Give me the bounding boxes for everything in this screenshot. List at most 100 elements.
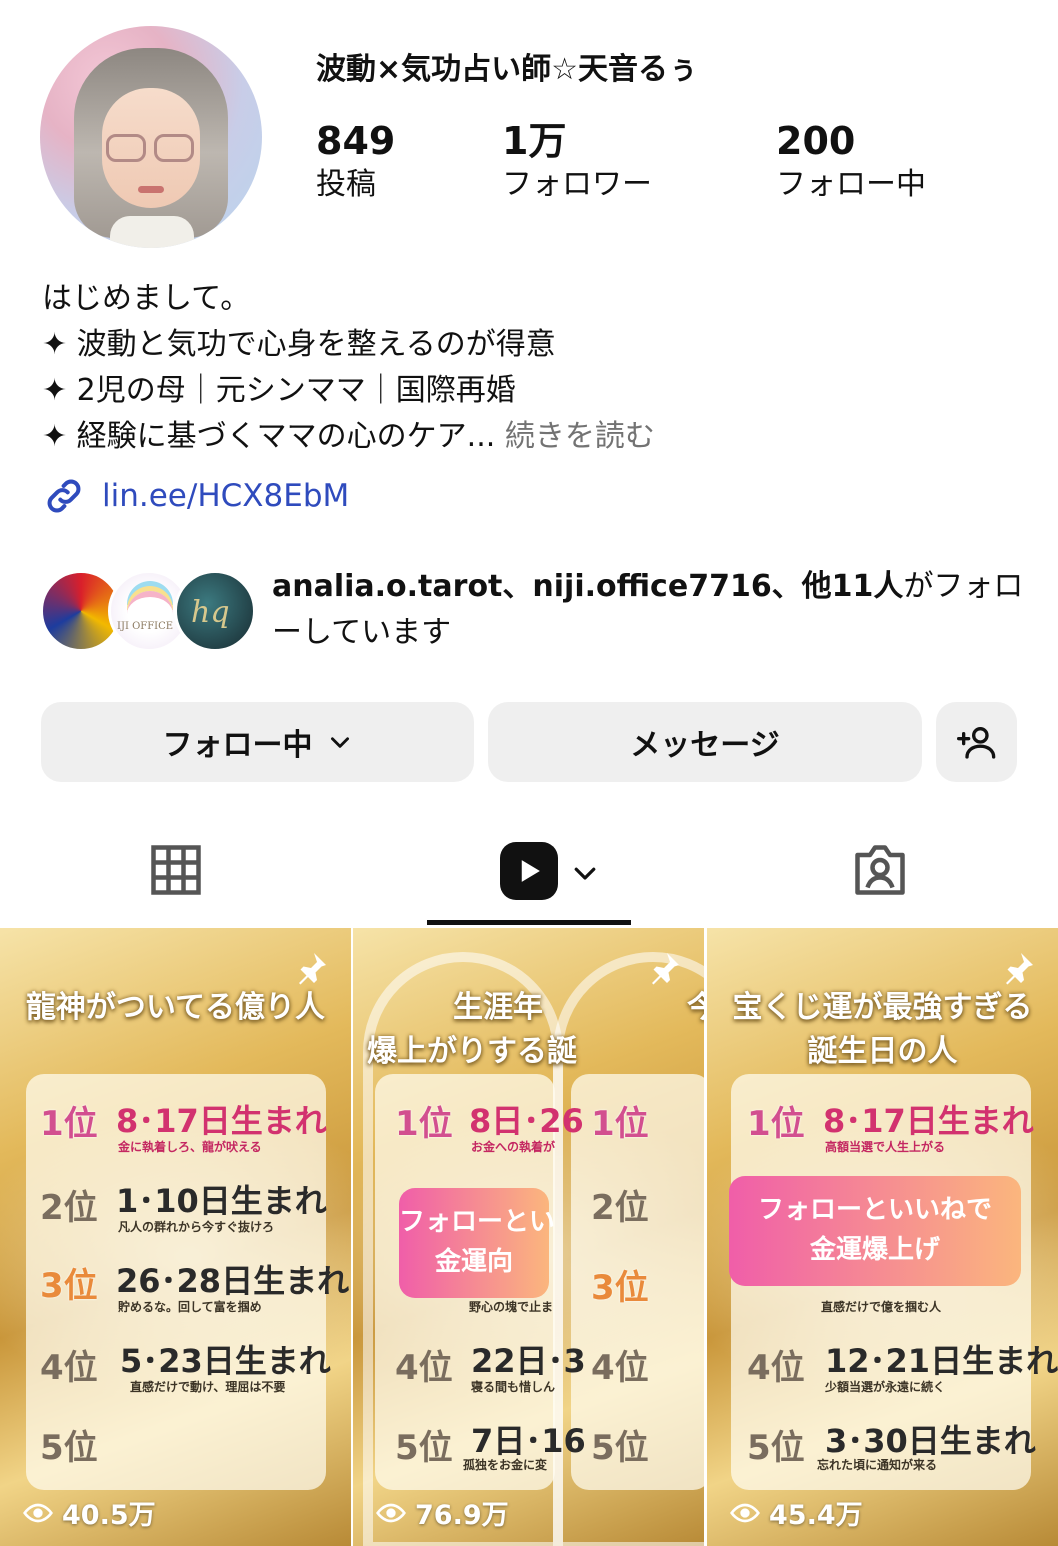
reels-chevron-icon[interactable]: [570, 858, 600, 888]
banner-line: フォローといいねで: [757, 1195, 992, 1225]
read-more-link[interactable]: 続きを読む: [505, 419, 655, 454]
reel-title: 生涯年: [453, 990, 543, 1025]
mutual-text: analia.o.tarot、niji.office7716、他11人がフォロー…: [272, 564, 1032, 656]
profile-tabs: [0, 826, 1058, 926]
profile-bio: はじめまして。 ✦ 波動と気功で心身を整えるのが得意 ✦ 2児の母｜元シンママ｜…: [42, 276, 655, 460]
rank-date: 26･28日生まれ: [116, 1262, 350, 1300]
rank-label: 1位: [395, 1104, 453, 1144]
banner-line: フォローとい: [399, 1207, 556, 1237]
pin-icon: [299, 953, 326, 985]
mutual-avatar: hq: [174, 570, 256, 652]
rank-date: 8日･26: [469, 1102, 584, 1140]
reel-views-count: 76.9万: [415, 1500, 509, 1531]
stat-posts-value: 849: [316, 119, 396, 163]
reels-icon[interactable]: [500, 842, 558, 900]
rank-label: 5位: [747, 1428, 805, 1468]
rank-note: 高額当選で人生上がる: [825, 1140, 946, 1154]
reel-tile[interactable]: 宝くじ運が最強すぎる 誕生日の人 1位 8･17日生まれ 高額当選で人生上がる …: [707, 928, 1058, 1546]
banner-line: 金運爆上げ: [809, 1235, 940, 1265]
stat-followers-value: 1万: [502, 119, 567, 163]
stat-followers[interactable]: 1万 フォロワー: [502, 118, 652, 206]
rank-date: 5･23日生まれ: [120, 1342, 331, 1380]
rank-label: 1位: [747, 1104, 805, 1144]
profile-avatar[interactable]: [40, 26, 262, 248]
message-button-label: メッセージ: [630, 728, 780, 763]
reel-views: 76.9万: [375, 1493, 509, 1532]
mutual-avatar-text: IJI OFFICE: [117, 621, 174, 632]
tagged-icon[interactable]: [850, 840, 910, 900]
rank-label: 5位: [591, 1428, 649, 1468]
rank-label: 3位: [591, 1268, 649, 1308]
reel-views-count: 40.5万: [62, 1500, 156, 1531]
rank-date: 8･17日生まれ: [116, 1102, 327, 1140]
rank-label: 4位: [747, 1348, 805, 1388]
reel-title: 宝くじ運が最強すぎる: [732, 990, 1033, 1025]
rank-note: 野心の塊で止ま: [469, 1300, 554, 1314]
rank-date: 1･10日生まれ: [116, 1182, 327, 1220]
rank-label: 5位: [40, 1428, 98, 1468]
stat-following-value: 200: [776, 119, 856, 163]
rank-label: 2位: [591, 1188, 649, 1228]
banner-line: 金運向: [434, 1247, 513, 1277]
follow-like-banner: フォローとい 金運向: [399, 1188, 556, 1298]
stat-followers-label: フォロワー: [502, 167, 652, 202]
follow-like-banner: フォローといいねで 金運爆上げ: [729, 1176, 1021, 1286]
eye-icon: [376, 1503, 406, 1522]
rank-note: 直感だけで動け、理屈は不要: [130, 1380, 286, 1394]
reel-title: 龍神がついてる億り人: [25, 990, 326, 1025]
play-icon: [521, 860, 540, 882]
rank-label: 4位: [591, 1348, 649, 1388]
active-tab-indicator: [427, 920, 631, 925]
stat-posts[interactable]: 849 投稿: [316, 118, 395, 206]
bio-line-last: ✦ 経験に基づくママの心のケア... 続きを読む: [42, 414, 655, 460]
pin-icon: [1006, 953, 1033, 985]
rank-note: 金に執着しろ、龍が吠える: [118, 1140, 262, 1154]
rank-date: 8･17日生まれ: [823, 1102, 1034, 1140]
mutual-followers[interactable]: IJI OFFICE hq analia.o.tarot、niji.office…: [40, 566, 1023, 656]
stat-posts-label: 投稿: [316, 167, 376, 202]
rank-note: 孤独をお金に変: [463, 1458, 548, 1472]
rank-label: 5位: [395, 1428, 453, 1468]
link-icon: [47, 479, 81, 513]
rank-note: 貯めるな。回して富を掴め: [118, 1300, 262, 1314]
reel-views: 45.4万: [729, 1493, 863, 1532]
following-button[interactable]: フォロー中: [41, 702, 474, 782]
rainbow-icon: [127, 591, 173, 615]
grid-icon[interactable]: [146, 840, 206, 900]
reel-views-count: 45.4万: [769, 1500, 863, 1531]
reel-tile[interactable]: 龍神がついてる億り人 1位 8･17日生まれ 金に執着しろ、龍が吠える 2位 1…: [0, 928, 351, 1546]
rank-note: 少額当選が永遠に続く: [825, 1380, 946, 1394]
avatar-lips: [138, 186, 164, 193]
add-user-icon: [956, 727, 995, 759]
reel-title: 爆上がりする誕: [367, 1034, 577, 1069]
rank-note: お金への執着が: [471, 1140, 556, 1154]
bio-line: ✦ 波動と気功で心身を整えるのが得意: [42, 327, 556, 362]
message-button[interactable]: メッセージ: [488, 702, 922, 782]
following-button-label: フォロー中: [162, 728, 313, 763]
add-user-button[interactable]: [936, 702, 1017, 782]
avatar-glasses-right: [154, 134, 194, 162]
rank-date: 12･21日生まれ: [825, 1342, 1058, 1380]
profile-link-text: lin.ee/HCX8EbM: [102, 478, 350, 514]
reels-grid: 龍神がついてる億り人 1位 8･17日生まれ 金に執着しろ、龍が吠える 2位 1…: [0, 928, 1058, 1546]
rank-label: 1位: [40, 1104, 98, 1144]
bio-line: はじめまして。: [42, 281, 251, 316]
reel-tile[interactable]: 生涯年 爆上がりする誕 今 1位 8日･26 お金への執着が 1位 2位 3位 …: [353, 928, 704, 1546]
rank-label: 3位: [40, 1266, 98, 1306]
profile-username: 波動×気功占い師☆天音るぅ: [316, 52, 699, 87]
rank-date: 22日･3: [471, 1342, 586, 1380]
rank-note: 直感だけで億を掴む人: [821, 1300, 942, 1314]
rank-note: 凡人の群れから今すぐ抜けろ: [118, 1220, 275, 1234]
stat-following[interactable]: 200 フォロー中: [776, 118, 926, 206]
bio-line-text: ✦ 経験に基づくママの心のケア...: [42, 419, 496, 454]
reel-views: 40.5万: [22, 1493, 156, 1532]
profile-link[interactable]: lin.ee/HCX8EbM: [42, 474, 349, 518]
rank-label: 2位: [40, 1188, 98, 1228]
chevron-down-icon: [330, 737, 349, 748]
rank-label: 4位: [395, 1348, 453, 1388]
mutual-names: analia.o.tarot、niji.office7716、他11人: [272, 569, 904, 604]
pin-icon: [652, 953, 679, 985]
bio-line: ✦ 2児の母｜元シンママ｜国際再婚: [42, 373, 516, 408]
eye-icon: [730, 1503, 760, 1522]
rank-label: 4位: [40, 1348, 98, 1388]
